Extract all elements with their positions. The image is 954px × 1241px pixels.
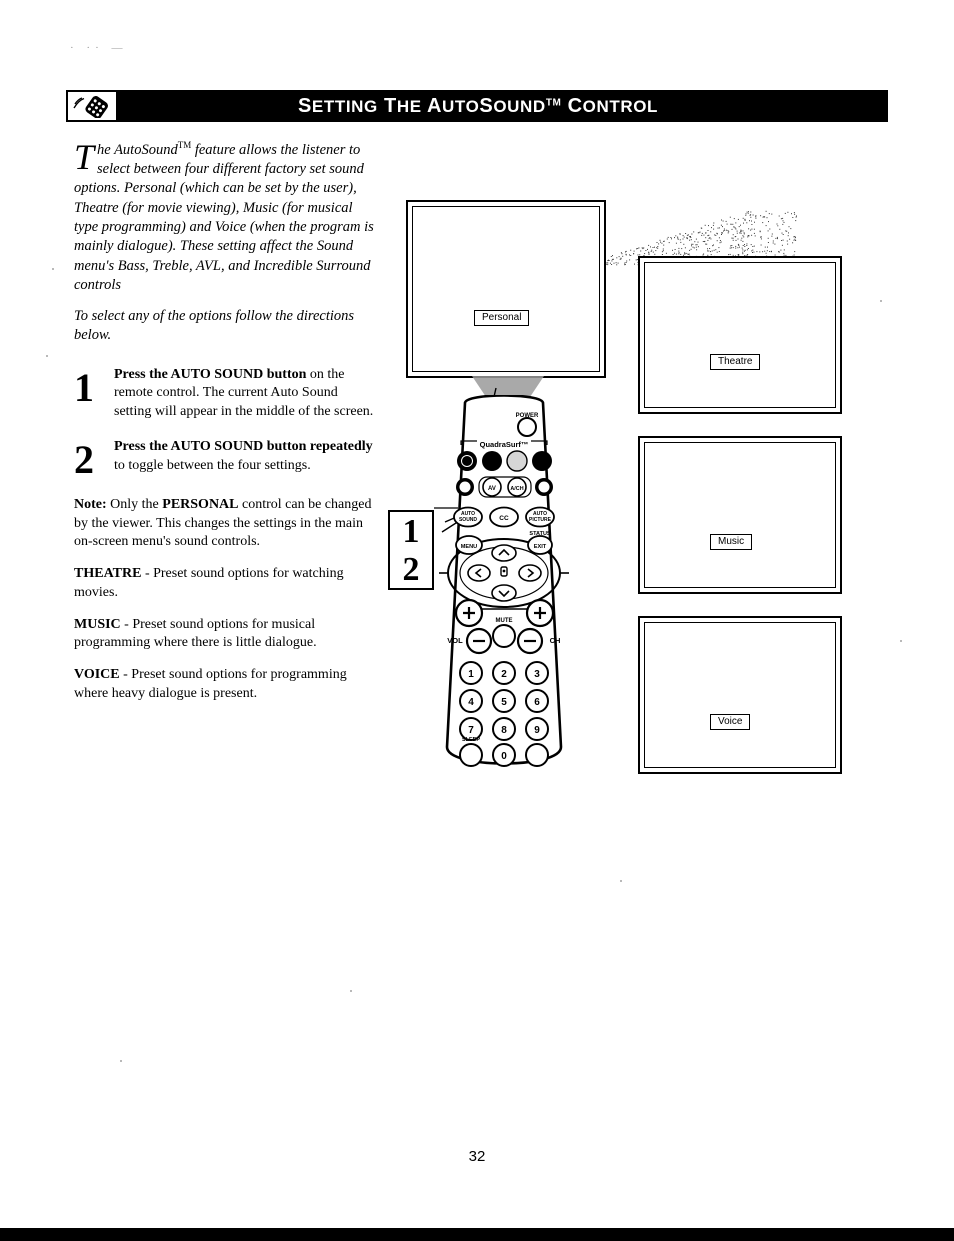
title-part-etting: ETTING xyxy=(311,96,378,116)
page-number: 32 xyxy=(468,1148,486,1165)
osd-label-theatre: Theatre xyxy=(710,354,761,370)
step-1: 1 Press the AUTO SOUND button on the rem… xyxy=(74,366,374,422)
remote-key-0: 0 xyxy=(501,751,507,762)
title-part-uto: UTO xyxy=(442,96,480,116)
remote-mute-label: MUTE xyxy=(496,618,513,624)
step-number: 2 xyxy=(74,436,94,482)
tv-bezel-inner xyxy=(644,442,836,588)
scan-artifact: · ·· ― xyxy=(70,42,128,54)
remote-ach-label: A/CH xyxy=(510,486,523,492)
remote-mute-button xyxy=(492,624,516,648)
remote-cc-label: CC xyxy=(499,515,509,522)
remote-key-8: 8 xyxy=(501,725,507,736)
note-paragraph: Note: Only the PERSONAL control can be c… xyxy=(74,496,374,552)
page-title: SETTING THE AUTOSOUNDTM CONTROL xyxy=(116,95,888,118)
preset-name: THEATRE xyxy=(74,566,142,582)
manual-page: · ·· ― SETTING THE AUTOSOUNDTM CONTROL T… xyxy=(0,0,954,1241)
osd-label-music: Music xyxy=(710,534,753,550)
scan-speck xyxy=(46,355,48,357)
remote-sleep-label: SLEEP xyxy=(462,737,480,743)
remote-control-icon xyxy=(68,92,116,120)
callout-number-2: 2 xyxy=(402,551,420,588)
preset-name: MUSIC xyxy=(74,616,121,632)
remote-key-7: 7 xyxy=(468,725,474,736)
title-part-c: C xyxy=(561,94,583,117)
title-part-t: T xyxy=(377,94,397,117)
scan-speck xyxy=(880,300,882,302)
body-text-column: The AutoSoundTM feature allows the liste… xyxy=(74,137,374,717)
step-bold-lead: Press the AUTO SOUND button repeatedly xyxy=(114,438,373,454)
remote-key-9: 9 xyxy=(534,725,540,736)
preset-name: VOICE xyxy=(74,667,120,683)
step-2: 2 Press the AUTO SOUND button repeatedly… xyxy=(74,438,374,480)
intro-paragraph: The AutoSoundTM feature allows the liste… xyxy=(74,137,374,295)
title-part-s2: S xyxy=(479,94,494,117)
note-emphasis: PERSONAL xyxy=(162,496,239,512)
tv-screen-personal: Personal xyxy=(406,200,606,378)
step-rest: to toggle between the four settings. xyxy=(114,457,311,473)
intro-lead: he AutoSound xyxy=(97,141,178,158)
remote-key-5: 5 xyxy=(501,697,507,708)
intro-rest: feature allows the listener to select be… xyxy=(74,141,374,293)
remote-vol-label: VOL xyxy=(447,636,463,645)
remote-menu-label: MENU xyxy=(461,544,477,550)
title-part-ontrol: ONTROL xyxy=(582,96,659,116)
remote-up-button xyxy=(491,544,517,562)
note-text-a: Only the xyxy=(106,496,163,512)
note-label: Note: xyxy=(74,496,107,512)
remote-key-1: 1 xyxy=(468,669,474,680)
preset-music: MUSIC - Preset sound options for musical… xyxy=(74,616,374,654)
remote-auto-sound-label-line2: SOUND xyxy=(459,517,477,523)
preset-voice: VOICE - Preset sound options for program… xyxy=(74,666,374,704)
remote-right-button xyxy=(518,564,542,582)
scan-speck xyxy=(900,640,902,642)
step-text: Press the AUTO SOUND button on the remot… xyxy=(114,366,374,422)
preset-theatre: THEATRE - Preset sound options for watch… xyxy=(74,565,374,603)
illustration: Personal Theatre Music Voice 1 2 POWER Q… xyxy=(380,190,880,810)
title-part-a: A xyxy=(426,94,443,117)
scan-speck xyxy=(52,268,54,270)
callout-number-1: 1 xyxy=(402,513,420,550)
step-number: 1 xyxy=(74,364,94,410)
trademark-symbol: TM xyxy=(177,140,192,150)
title-part-s: S xyxy=(297,94,312,117)
tv-screen-music: Music xyxy=(638,436,842,594)
remote-key-2: 2 xyxy=(501,669,507,680)
section-header-bar: SETTING THE AUTOSOUNDTM CONTROL xyxy=(66,90,888,122)
remote-left-button xyxy=(467,564,491,582)
tv-screen-theatre: Theatre xyxy=(638,256,842,414)
remote-av-label: AV xyxy=(488,486,496,492)
osd-label-personal: Personal xyxy=(474,310,530,326)
page-bottom-rule xyxy=(0,1228,954,1241)
callout-step-numbers: 1 2 xyxy=(388,510,434,590)
remote-ch-label: CH xyxy=(550,636,561,645)
trademark-symbol: TM xyxy=(545,96,562,108)
scan-speck xyxy=(120,1060,122,1062)
title-part-ound: OUND xyxy=(493,96,546,116)
remote-control-illustration: POWER QuadraSurf™ AV A/CH AUTO SOUND CC … xyxy=(439,395,569,767)
tv-bezel-inner xyxy=(644,622,836,768)
remote-auto-picture-label-line2: PICTURE xyxy=(529,517,552,523)
title-part-he: HE xyxy=(396,96,427,116)
remote-quadrasurf-label: QuadraSurf™ xyxy=(480,440,529,449)
remote-key-4: 4 xyxy=(468,697,474,708)
osd-label-voice: Voice xyxy=(710,714,751,730)
remote-down-button xyxy=(491,584,517,602)
remote-key-6: 6 xyxy=(534,697,540,708)
tv-bezel-inner xyxy=(644,262,836,408)
tv-screen-voice: Voice xyxy=(638,616,842,774)
remote-exit-label: EXIT xyxy=(534,544,547,550)
tv-bezel-inner xyxy=(412,206,600,372)
step-text: Press the AUTO SOUND button repeatedly t… xyxy=(114,438,374,480)
remote-key-3: 3 xyxy=(534,669,540,680)
intro-paragraph-2: To select any of the options follow the … xyxy=(74,308,355,344)
drop-cap: T xyxy=(74,137,95,177)
scan-speck xyxy=(350,990,352,992)
scan-speck xyxy=(620,880,622,882)
step-bold-lead: Press the AUTO SOUND button xyxy=(114,366,307,382)
